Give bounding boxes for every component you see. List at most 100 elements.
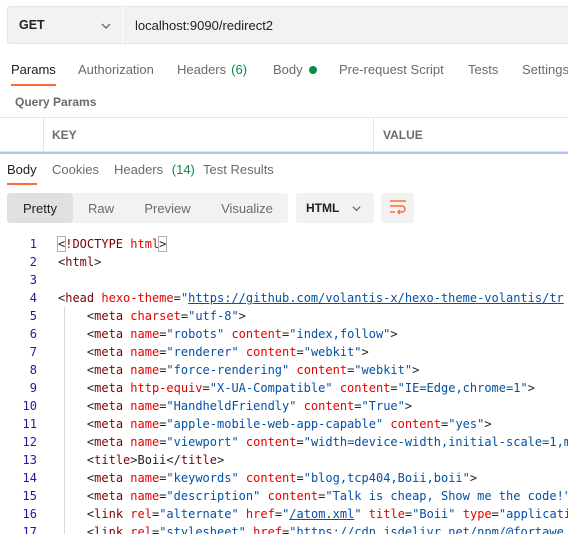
code-line: 8 <meta name="force-rendering" content="… bbox=[0, 361, 568, 379]
response-tabs: Body Cookies Headers (14) Test Results bbox=[0, 160, 568, 185]
url-text: localhost:9090/redirect2 bbox=[135, 17, 274, 33]
code-line: 5 <meta charset="utf-8"> bbox=[0, 307, 568, 325]
format-mode-switch: Pretty Raw Preview Visualize bbox=[7, 193, 288, 223]
tab-test-results[interactable]: Test Results bbox=[203, 162, 274, 185]
column-divider bbox=[373, 118, 374, 153]
code-line: 12 <meta name="viewport" content="width=… bbox=[0, 433, 568, 451]
code-text: <meta name="keywords" content="blog,tcp4… bbox=[86, 471, 478, 485]
line-number: 14 bbox=[22, 471, 37, 485]
code-text: <meta name="apple-mobile-web-app-capable… bbox=[86, 417, 492, 431]
tab-response-headers[interactable]: Headers (14) bbox=[114, 162, 195, 185]
line-number: 10 bbox=[22, 399, 37, 413]
tab-label: Body bbox=[7, 162, 37, 177]
mode-visualize-button[interactable]: Visualize bbox=[206, 193, 288, 223]
code-line: 17 <link rel="stylesheet" href="https://… bbox=[0, 523, 568, 534]
line-number: 2 bbox=[29, 255, 37, 269]
tab-settings[interactable]: Settings bbox=[522, 56, 568, 86]
line-number: 5 bbox=[29, 309, 37, 323]
request-tabs: Params Authorization Headers (6) Body Pr… bbox=[0, 56, 568, 86]
response-headers-count-badge: (14) bbox=[171, 162, 195, 177]
line-number: 4 bbox=[29, 291, 37, 305]
wrap-lines-button[interactable] bbox=[381, 193, 414, 223]
tab-label: Body bbox=[273, 62, 303, 77]
code-text: <link rel="stylesheet" href="https://cdn… bbox=[86, 525, 564, 534]
wrap-lines-icon bbox=[389, 199, 407, 218]
method-label: GET bbox=[19, 18, 45, 32]
tab-body[interactable]: Body bbox=[273, 56, 317, 86]
tab-pre-request-script[interactable]: Pre-request Script bbox=[339, 56, 444, 86]
code-line: 1 <!DOCTYPE html> bbox=[0, 235, 568, 253]
code-text: <meta charset="utf-8"> bbox=[86, 309, 246, 323]
line-number: 6 bbox=[29, 327, 37, 341]
tab-label: Settings bbox=[522, 62, 568, 77]
code-line: 13 <title>Boii</title> bbox=[0, 451, 568, 469]
code-line: 9 <meta http-equiv="X-UA-Compatible" con… bbox=[0, 379, 568, 397]
code-text: <head hexo-theme="https://github.com/vol… bbox=[58, 291, 564, 305]
code-text: <meta name="force-rendering" content="we… bbox=[86, 363, 420, 377]
line-number: 3 bbox=[29, 273, 37, 287]
code-text: <meta http-equiv="X-UA-Compatible" conte… bbox=[86, 381, 535, 395]
tab-label: Headers bbox=[177, 62, 227, 77]
line-number: 16 bbox=[22, 507, 37, 521]
line-number: 15 bbox=[22, 489, 37, 503]
postman-window: GET localhost:9090/redirect2 Params Auth… bbox=[0, 0, 568, 534]
line-number: 12 bbox=[22, 435, 37, 449]
line-number: 7 bbox=[29, 345, 37, 359]
tab-cookies[interactable]: Cookies bbox=[52, 162, 99, 185]
language-label: HTML bbox=[306, 201, 340, 215]
line-number: 8 bbox=[29, 363, 37, 377]
line-number: 11 bbox=[22, 417, 37, 431]
code-line: 4 <head hexo-theme="https://github.com/vo… bbox=[0, 289, 568, 307]
code-text: <link rel="alternate" href="/atom.xml" t… bbox=[86, 507, 568, 521]
column-value-header: VALUE bbox=[383, 128, 423, 142]
tab-label: Params bbox=[11, 62, 56, 77]
headers-count-badge: (6) bbox=[231, 62, 248, 77]
params-table-header: KEY VALUE bbox=[0, 117, 568, 153]
code-text: <meta name="description" content="Talk i… bbox=[86, 489, 568, 503]
mode-raw-button[interactable]: Raw bbox=[73, 193, 129, 223]
tab-label: Pre-request Script bbox=[339, 62, 444, 77]
line-number: 9 bbox=[29, 381, 37, 395]
tab-label: Cookies bbox=[52, 162, 99, 177]
tab-tests[interactable]: Tests bbox=[468, 56, 498, 86]
tab-authorization[interactable]: Authorization bbox=[78, 56, 154, 86]
code-line: 11 <meta name="apple-mobile-web-app-capa… bbox=[0, 415, 568, 433]
pane-resize-handle[interactable] bbox=[0, 152, 568, 154]
code-line: 3 bbox=[0, 271, 568, 289]
code-text: <title>Boii</title> bbox=[86, 453, 225, 467]
indent-guide bbox=[64, 307, 65, 534]
column-divider bbox=[43, 118, 44, 153]
code-line: 6 <meta name="robots" content="index,fol… bbox=[0, 325, 568, 343]
line-number: 1 bbox=[29, 237, 37, 251]
code-text: <html> bbox=[58, 255, 102, 269]
tab-label: Test Results bbox=[203, 162, 274, 177]
line-number: 13 bbox=[22, 453, 37, 467]
body-indicator-dot-icon bbox=[308, 66, 317, 74]
tab-headers[interactable]: Headers (6) bbox=[177, 56, 247, 86]
code-line: 7 <meta name="renderer" content="webkit"… bbox=[0, 343, 568, 361]
url-input[interactable]: localhost:9090/redirect2 bbox=[122, 6, 568, 44]
tab-label: Tests bbox=[468, 62, 499, 77]
chevron-down-icon bbox=[351, 203, 362, 217]
code-line: 15 <meta name="description" content="Tal… bbox=[0, 487, 568, 505]
code-text: <meta name="renderer" content="webkit"> bbox=[86, 345, 369, 359]
code-text: <meta name="viewport" content="width=dev… bbox=[86, 435, 568, 449]
code-line: 16 <link rel="alternate" href="/atom.xml… bbox=[0, 505, 568, 523]
code-line: 14 <meta name="keywords" content="blog,t… bbox=[0, 469, 568, 487]
code-line: 2 <html> bbox=[0, 253, 568, 271]
response-code-editor[interactable]: 1 <!DOCTYPE html> 2 <html> 3 4 <head hexo-them… bbox=[0, 235, 568, 534]
code-text: <meta name="robots" content="index,follo… bbox=[86, 327, 398, 341]
code-text: <!DOCTYPE html> bbox=[56, 236, 168, 252]
language-select[interactable]: HTML bbox=[296, 193, 374, 223]
mode-preview-button[interactable]: Preview bbox=[129, 193, 206, 223]
code-line: 10 <meta name="HandheldFriendly" content… bbox=[0, 397, 568, 415]
method-select[interactable]: GET bbox=[7, 6, 122, 44]
chevron-down-icon bbox=[100, 20, 112, 35]
line-number: 17 bbox=[22, 525, 37, 534]
tab-label: Headers bbox=[114, 162, 164, 177]
tab-response-body[interactable]: Body bbox=[7, 162, 37, 185]
query-params-title: Query Params bbox=[15, 95, 97, 109]
tab-params[interactable]: Params bbox=[11, 56, 56, 86]
mode-pretty-button[interactable]: Pretty bbox=[7, 193, 73, 223]
column-key-header: KEY bbox=[52, 128, 77, 142]
